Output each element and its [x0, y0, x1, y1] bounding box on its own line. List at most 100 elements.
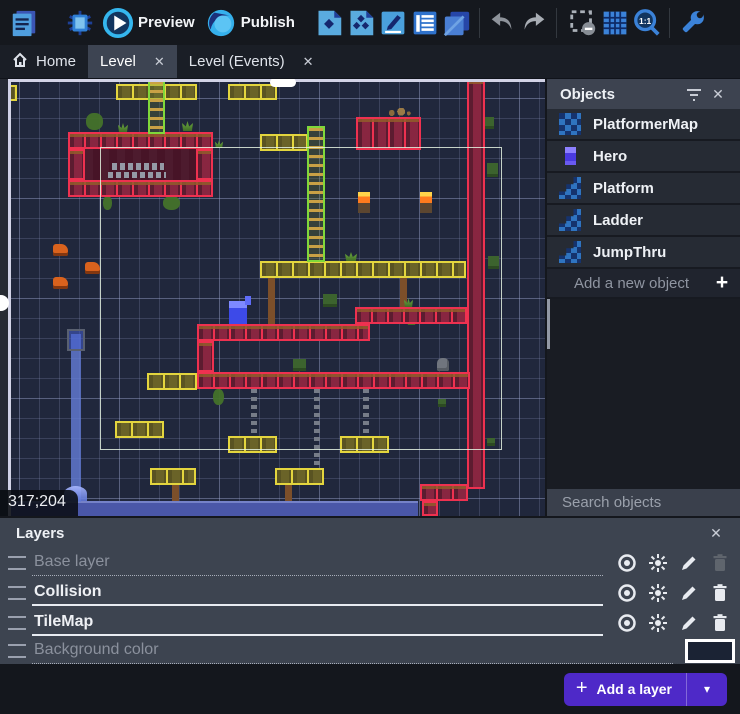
- tile-yellow[interactable]: [275, 468, 324, 485]
- tile-pebble[interactable]: [385, 108, 412, 117]
- tab-level-events[interactable]: Level (Events) ✕: [177, 45, 326, 78]
- drag-handle-icon[interactable]: [8, 586, 26, 600]
- tile-glyph[interactable]: [112, 163, 164, 170]
- delete-trash-icon[interactable]: [708, 611, 732, 635]
- undo-icon[interactable]: [486, 7, 518, 39]
- tile-bucket[interactable]: [67, 329, 85, 351]
- tile-grass[interactable]: [118, 123, 128, 132]
- tile-yellow[interactable]: [150, 468, 196, 485]
- publish-button[interactable]: Publish: [241, 14, 295, 31]
- preview-button[interactable]: Preview: [138, 14, 195, 31]
- edit-pencil-icon[interactable]: [677, 551, 701, 575]
- tile-red[interactable]: [467, 79, 485, 489]
- tile-red[interactable]: [68, 180, 213, 197]
- instances-list-icon[interactable]: [409, 7, 441, 39]
- tile-yellow[interactable]: [228, 436, 277, 453]
- effects-brightness-icon[interactable]: [646, 611, 670, 635]
- add-object-icon[interactable]: [313, 7, 345, 39]
- tile-red[interactable]: [355, 307, 467, 324]
- layers-stack-icon[interactable]: [441, 7, 473, 39]
- delete-trash-icon[interactable]: [708, 551, 732, 575]
- layer-name-field[interactable]: TileMap: [32, 611, 603, 636]
- tile-bush[interactable]: [484, 117, 494, 129]
- tile-vine[interactable]: [163, 196, 180, 210]
- tile-critter[interactable]: [85, 262, 100, 274]
- close-icon[interactable]: ✕: [303, 54, 314, 70]
- tile-torch[interactable]: [420, 192, 432, 213]
- tile-vine[interactable]: [86, 113, 103, 130]
- visibility-eye-icon[interactable]: [615, 581, 639, 605]
- add-new-object-button[interactable]: Add a new object +: [547, 269, 740, 299]
- objects-scrollbar-thumb[interactable]: [547, 299, 550, 349]
- tile-bush[interactable]: [293, 359, 306, 371]
- tile-grass[interactable]: [182, 121, 193, 131]
- deselect-icon[interactable]: [567, 7, 599, 39]
- chevron-down-icon[interactable]: ▾: [687, 682, 727, 696]
- close-icon[interactable]: ✕: [706, 82, 730, 106]
- tile-yellow[interactable]: [228, 84, 277, 100]
- layer-row-base[interactable]: Base layer: [0, 548, 740, 578]
- tile-red[interactable]: [420, 484, 468, 501]
- object-item-platform[interactable]: Platform: [547, 173, 740, 205]
- object-item-ladder[interactable]: Ladder: [547, 205, 740, 237]
- layer-name-field[interactable]: Base layer: [32, 551, 603, 576]
- tile-yellow[interactable]: [147, 373, 197, 390]
- grid-icon[interactable]: [599, 7, 631, 39]
- tile-bush[interactable]: [438, 399, 446, 407]
- layer-name-field[interactable]: Collision: [32, 581, 603, 606]
- tile-post[interactable]: [172, 485, 179, 501]
- tile-red[interactable]: [196, 149, 213, 180]
- tile-critter[interactable]: [53, 277, 68, 289]
- edit-pencil-icon[interactable]: [677, 581, 701, 605]
- tile-red[interactable]: [422, 501, 438, 516]
- tile-torch[interactable]: [358, 192, 370, 213]
- scene-canvas[interactable]: [8, 79, 545, 516]
- zoom-1-1-icon[interactable]: 1:1: [631, 7, 663, 39]
- tile-chain[interactable]: [363, 389, 369, 436]
- tile-yellow[interactable]: [260, 261, 466, 278]
- object-item-platformermap[interactable]: PlatformerMap: [547, 109, 740, 141]
- tile-rock[interactable]: [437, 358, 449, 371]
- tile-yellow[interactable]: [115, 421, 164, 438]
- effects-brightness-icon[interactable]: [646, 581, 670, 605]
- search-input[interactable]: [560, 493, 740, 512]
- vertical-scrollbar[interactable]: [8, 79, 11, 516]
- tile-fall[interactable]: [71, 334, 81, 502]
- tile-yellow[interactable]: [260, 134, 308, 151]
- tile-red[interactable]: [197, 324, 370, 341]
- preview-play-icon[interactable]: [102, 7, 134, 39]
- tile-red[interactable]: [197, 341, 214, 372]
- edit-scene-icon[interactable]: [377, 7, 409, 39]
- tile-post[interactable]: [268, 278, 275, 324]
- visibility-eye-icon[interactable]: [615, 611, 639, 635]
- layer-row-collision[interactable]: Collision: [0, 578, 740, 608]
- close-icon[interactable]: ✕: [704, 521, 728, 545]
- tile-chain[interactable]: [314, 389, 320, 466]
- close-icon[interactable]: ✕: [154, 54, 165, 70]
- layer-row-tilemap[interactable]: TileMap: [0, 608, 740, 638]
- tile-bush[interactable]: [487, 438, 495, 446]
- debugger-build-icon[interactable]: [64, 7, 96, 39]
- project-manager-icon[interactable]: [8, 7, 40, 39]
- publish-globe-icon[interactable]: [205, 7, 237, 39]
- background-color-swatch[interactable]: [685, 639, 735, 663]
- tile-glyph[interactable]: [108, 172, 166, 178]
- tab-home[interactable]: Home: [0, 45, 88, 78]
- horizontal-scrollbar-thumb[interactable]: [270, 79, 296, 87]
- tile-hero[interactable]: [229, 301, 247, 324]
- tile-red[interactable]: [197, 372, 470, 389]
- tile-vine[interactable]: [213, 389, 224, 405]
- drag-handle-icon[interactable]: [8, 616, 26, 630]
- drag-handle-icon[interactable]: [8, 644, 26, 658]
- add-layer-button[interactable]: + Add a layer ▾: [564, 673, 727, 706]
- tile-ladder[interactable]: [307, 126, 325, 262]
- redo-icon[interactable]: [518, 7, 550, 39]
- tile-red[interactable]: [68, 149, 85, 180]
- tile-chain[interactable]: [251, 389, 257, 436]
- tile-grass[interactable]: [215, 140, 223, 148]
- tile-red[interactable]: [68, 132, 213, 149]
- tile-vine[interactable]: [103, 196, 112, 210]
- setup-grid-wrench-icon[interactable]: [676, 7, 708, 39]
- drag-handle-icon[interactable]: [8, 556, 26, 570]
- tile-critter[interactable]: [53, 244, 68, 256]
